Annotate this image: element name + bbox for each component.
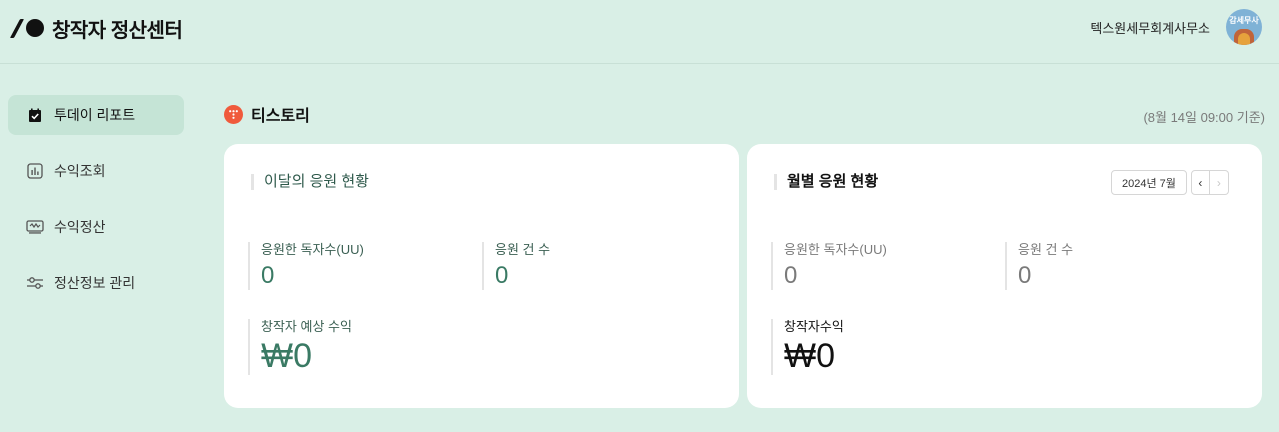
sidebar-item-label: 수익정산	[54, 219, 106, 235]
sidebar-item-settlement-info[interactable]: 정산정보 관리	[8, 263, 184, 303]
support-count-stat: 응원 건 수 0	[482, 242, 550, 290]
support-count-value: 0	[1018, 262, 1032, 289]
sidebar-item-today-report[interactable]: 투데이 리포트	[8, 95, 184, 135]
creator-revenue-stat: 창작자수익 ₩0	[771, 319, 844, 375]
support-count-label: 응원 건 수	[1018, 242, 1074, 257]
blog-selector[interactable]: 티스토리	[224, 103, 310, 125]
support-count-label: 응원 건 수	[495, 242, 551, 257]
creator-revenue-label: 창작자수익	[784, 319, 844, 334]
sidebar-item-revenue-settlement[interactable]: 수익정산	[8, 207, 184, 247]
avatar[interactable]: 감세무사	[1226, 9, 1262, 45]
card-title: 이달의 응원 현황	[251, 174, 369, 190]
sidebar-item-label: 수익조회	[54, 163, 106, 179]
readers-stat: 응원한 독자수(UU) 0	[248, 242, 364, 290]
app-title: 창작자 정산센터	[52, 19, 183, 42]
month-select[interactable]: 2024년 7월	[1111, 170, 1187, 195]
blog-name: 티스토리	[251, 108, 310, 125]
support-count-value: 0	[495, 262, 509, 289]
support-count-stat: 응원 건 수 0	[1005, 242, 1073, 290]
expected-revenue-value: ₩0	[261, 337, 312, 375]
monthly-support-card: 월별 응원 현황 2024년 7월 ‹ › 응원한 독자수(UU) 0 응원 건…	[747, 144, 1262, 408]
avatar-label: 감세무사	[1229, 16, 1259, 25]
expected-revenue-label: 창작자 예상 수익	[261, 319, 352, 334]
top-header: 창작자 정산센터 텍스원세무회계사무소 감세무사	[0, 0, 1279, 64]
sidebar-item-label: 정산정보 관리	[54, 275, 136, 291]
readers-label: 응원한 독자수(UU)	[784, 242, 887, 257]
sidebar-item-label: 투데이 리포트	[54, 107, 136, 123]
card-title: 월별 응원 현황	[774, 174, 878, 190]
readers-stat: 응원한 독자수(UU) 0	[771, 242, 887, 290]
readers-label: 응원한 독자수(UU)	[261, 242, 364, 257]
sidebar-item-revenue-lookup[interactable]: 수익조회	[8, 151, 184, 191]
app-logo[interactable]: 창작자 정산센터	[9, 16, 183, 42]
bar-chart-icon	[26, 162, 44, 180]
data-timestamp: (8월 14일 09:00 기준)	[1143, 110, 1265, 125]
brand-logo-icon	[9, 18, 46, 38]
creator-revenue-value: ₩0	[784, 337, 835, 375]
expected-revenue-stat: 창작자 예상 수익 ₩0	[248, 319, 352, 375]
account-name[interactable]: 텍스원세무회계사무소	[1090, 18, 1210, 37]
month-picker: 2024년 7월 ‹ ›	[1111, 170, 1229, 195]
this-month-support-card: 이달의 응원 현황 응원한 독자수(UU) 0 응원 건 수 0 창작자 예상 …	[224, 144, 739, 408]
calendar-check-icon	[26, 106, 44, 124]
tistory-icon	[224, 104, 243, 124]
readers-value: 0	[784, 262, 798, 289]
sidebar-nav: 투데이 리포트 수익조회 수익정산 정산정보 관리	[8, 95, 184, 319]
sliders-icon	[26, 274, 44, 292]
readers-value: 0	[261, 262, 275, 289]
prev-month-button[interactable]: ‹	[1190, 170, 1210, 195]
next-month-button[interactable]: ›	[1209, 170, 1229, 195]
wallet-icon	[26, 218, 44, 236]
